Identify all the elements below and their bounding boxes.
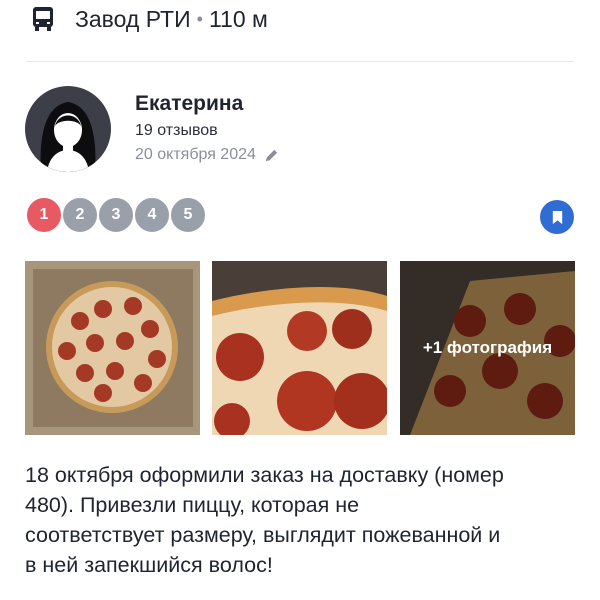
rating-circle-3: 3 (97, 196, 135, 234)
review-date: 20 октября 2024 (135, 146, 256, 163)
review-date-row: 20 октября 2024 (135, 146, 279, 164)
review-text-line: в ней запекшийся волос! (25, 553, 273, 577)
pizza-photo-whole[interactable] (25, 261, 200, 435)
divider (26, 61, 574, 62)
review-text-line: 480). Привезли пиццу, которая не (25, 493, 360, 517)
review-text-line: 18 октября оформили заказ на доставку (н… (25, 463, 504, 487)
stop-distance: 110 м (208, 5, 268, 32)
rating: 1 2 3 4 5 (25, 196, 207, 234)
more-photos-label[interactable]: +1 фотография (400, 261, 575, 435)
transit-stop-info[interactable]: Завод РТИ • 110 м (28, 2, 268, 36)
rating-circle-2: 2 (61, 196, 99, 234)
review-text-line: соответствует размеру, выглядит пожеванн… (25, 523, 501, 547)
review-text: 18 октября оформили заказ на доставку (н… (25, 460, 585, 580)
rating-circle-4: 4 (133, 196, 171, 234)
rating-circle-5: 5 (169, 196, 207, 234)
avatar-silhouette-icon (40, 102, 96, 172)
pizza-photo-extra[interactable]: +1 фотография (400, 261, 575, 435)
bookmark-icon (552, 210, 562, 224)
pizza-photo-closeup[interactable] (212, 261, 387, 435)
pencil-icon (264, 148, 279, 163)
reviews-count: 19 отзывов (135, 122, 218, 139)
bus-icon (28, 4, 58, 34)
avatar[interactable] (25, 86, 111, 172)
reviewer-name[interactable]: Екатерина (135, 92, 243, 116)
rating-circle-1: 1 (25, 196, 63, 234)
separator-dot: • (196, 8, 203, 29)
bookmark-button[interactable] (540, 200, 574, 234)
stop-name: Завод РТИ (75, 5, 191, 32)
